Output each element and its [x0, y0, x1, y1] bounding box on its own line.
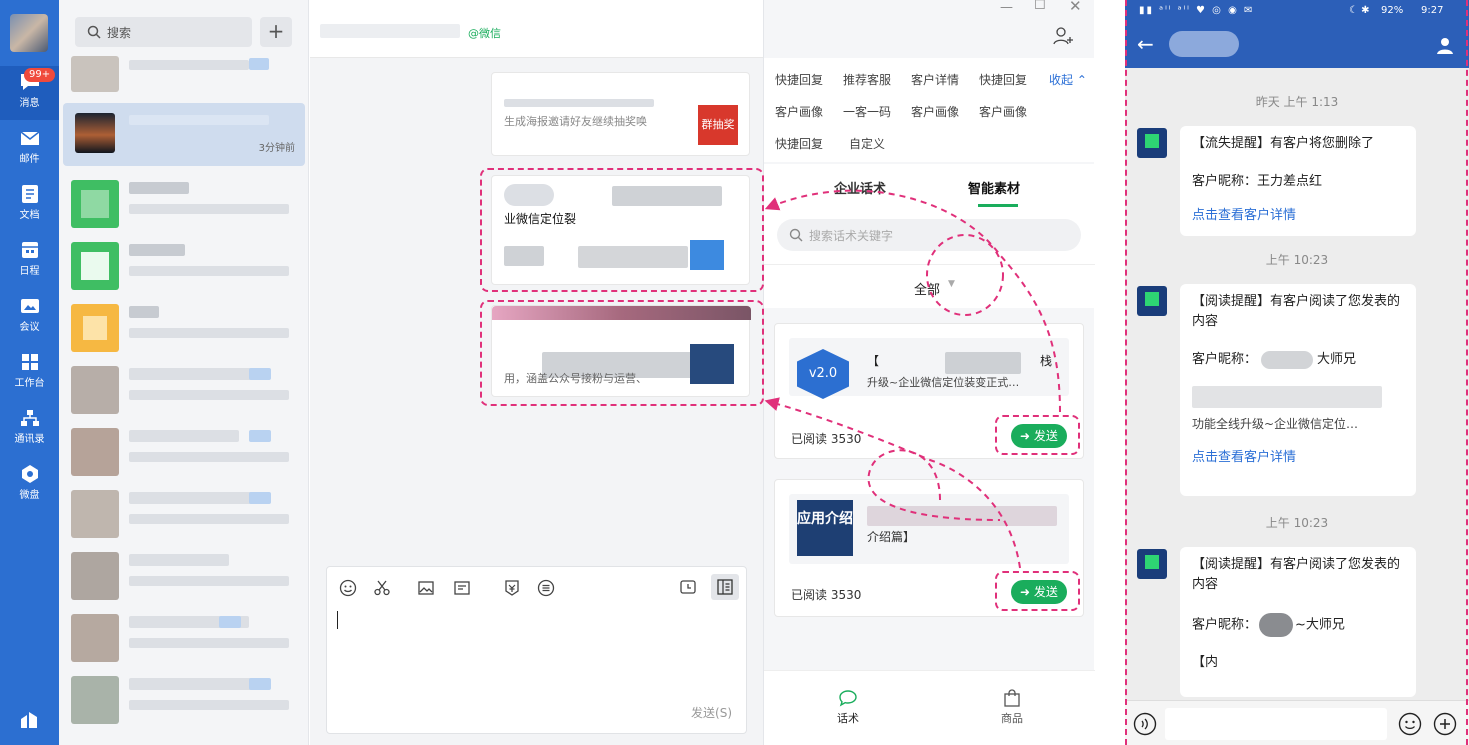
annotation-arrows: [764, 189, 1061, 569]
